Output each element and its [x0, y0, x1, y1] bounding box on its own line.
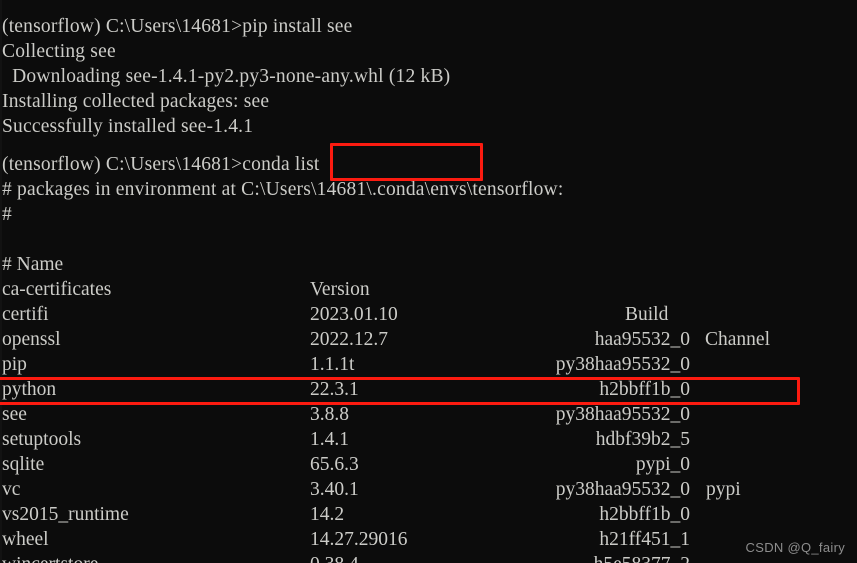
- watermark: CSDN @Q_fairy: [745, 540, 845, 555]
- table-row: vs2015_runtime 14.27.29016 h5e58377_2: [0, 477, 857, 563]
- table-row: vc 14.2 h21ff451_1: [0, 452, 857, 550]
- terminal-line-downloading: Downloading see-1.4.1-py2.py3-none-any.w…: [2, 66, 451, 87]
- table-row: openssl 1.1.1t h2bbff1b_0: [0, 302, 857, 400]
- terminal-window[interactable]: (tensorflow) C:\Users\14681>pip install …: [0, 0, 857, 563]
- terminal-line-successfully: Successfully installed see-1.4.1: [2, 116, 254, 137]
- table-row: setuptools 65.6.3 py38haa95532_0: [0, 402, 857, 500]
- table-row: wincertstore 0.2 py38haa95532_2: [0, 527, 857, 563]
- table-row: pip 22.3.1 py38haa95532_0: [0, 327, 857, 425]
- table-row: certifi 2022.12.7 py38haa95532_0: [0, 277, 857, 375]
- table-row-see-highlighted: see 1.4.1 pypi_0 pypi: [0, 377, 857, 500]
- terminal-line-prompt-condalist: (tensorflow) C:\Users\14681>conda list: [2, 154, 320, 175]
- table-row: python 3.8.8 hdbf39b2_5: [0, 352, 857, 450]
- table-row: ca-certificates 2023.01.10 haa95532_0: [0, 252, 857, 350]
- cell-name: wincertstore: [2, 552, 98, 563]
- table-row: sqlite 3.40.1 h2bbff1b_0: [0, 427, 857, 525]
- terminal-line-hash: #: [2, 204, 12, 225]
- table-row: wheel 0.38.4 py38haa95532_0: [0, 502, 857, 563]
- cell-version: 0.38.4: [310, 552, 359, 563]
- terminal-line-collecting: Collecting see: [2, 41, 116, 62]
- terminal-line-prompt-pip: (tensorflow) C:\Users\14681>pip install …: [2, 16, 353, 37]
- cell-build: h5e58377_2: [594, 552, 690, 563]
- package-table-header: # Name Version Build Channel: [0, 227, 857, 350]
- terminal-line-env-path: # packages in environment at C:\Users\14…: [2, 179, 564, 200]
- terminal-line-installing: Installing collected packages: see: [2, 91, 270, 112]
- terminal-output[interactable]: (tensorflow) C:\Users\14681>pip install …: [0, 0, 857, 563]
